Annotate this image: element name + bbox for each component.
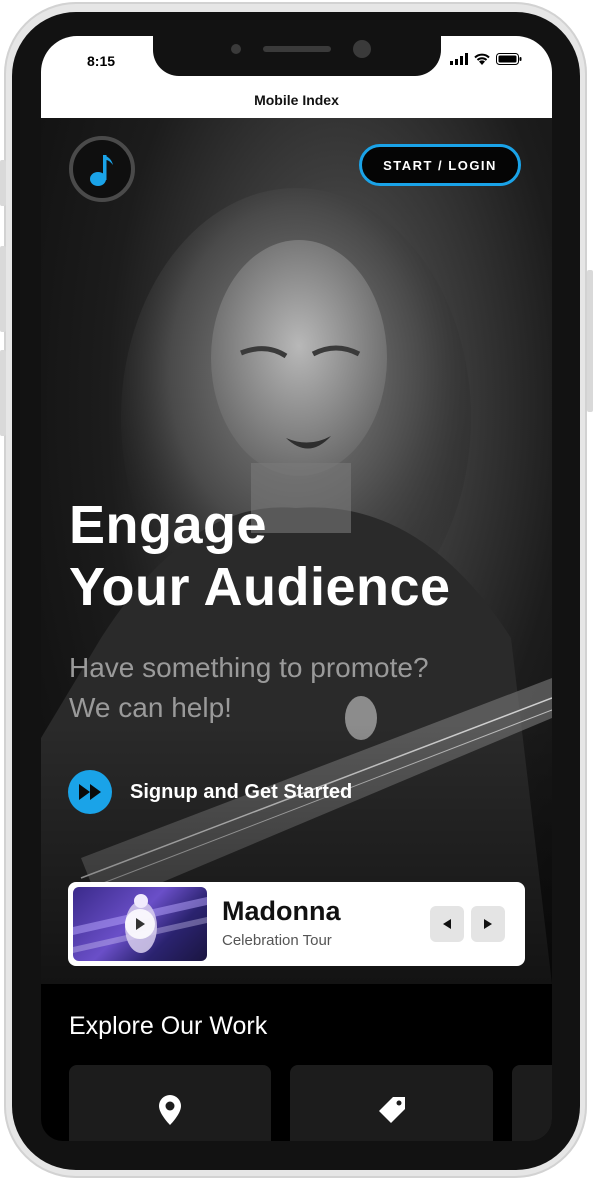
- featured-title: Madonna: [222, 896, 341, 926]
- phone-side-button: [0, 160, 6, 206]
- explore-tile-location[interactable]: [69, 1065, 271, 1141]
- subhead-line: We can help!: [69, 692, 232, 723]
- notch: [153, 36, 441, 76]
- featured-subtitle: Celebration Tour: [222, 932, 332, 949]
- music-note-icon: [90, 155, 113, 186]
- subhead-line: Have something to promote?: [69, 652, 429, 683]
- prev-button[interactable]: [430, 906, 464, 942]
- notch-sensor: [231, 44, 241, 54]
- explore-heading: Explore Our Work: [69, 1012, 268, 1040]
- signal-icon: [450, 53, 468, 65]
- phone-side-button: [0, 350, 6, 436]
- headline-line: Your Audience: [69, 557, 451, 617]
- signup-label: Signup and Get Started: [130, 780, 353, 803]
- hero-headline: Engage Your Audience: [69, 494, 451, 618]
- signup-link[interactable]: Signup and Get Started: [68, 770, 352, 814]
- headline-line: Engage: [69, 495, 268, 555]
- phone-side-button: [0, 246, 6, 332]
- status-bar: 8:15: [41, 36, 552, 82]
- notch-camera: [353, 40, 371, 58]
- featured-thumbnail[interactable]: [73, 887, 207, 961]
- featured-card[interactable]: Madonna Celebration Tour: [68, 882, 525, 966]
- next-button[interactable]: [471, 906, 505, 942]
- phone-side-button: [587, 270, 593, 412]
- map-pin-icon: [159, 1095, 181, 1125]
- status-icons: [450, 53, 522, 65]
- start-login-button[interactable]: START / LOGIN: [359, 144, 521, 186]
- tag-icon: [379, 1097, 405, 1123]
- chevron-right-icon: [484, 919, 492, 929]
- wifi-icon: [474, 53, 490, 65]
- battery-icon: [496, 53, 522, 65]
- hero-subhead: Have something to promote? We can help!: [69, 648, 429, 728]
- status-time: 8:15: [87, 53, 116, 69]
- chevron-left-icon: [443, 919, 451, 929]
- explore-tile-tags[interactable]: [290, 1065, 493, 1141]
- browser-title: Mobile Index: [41, 82, 552, 118]
- logo-button[interactable]: [69, 136, 135, 202]
- hero-section: START / LOGIN Engage Your Audience Have …: [41, 118, 552, 984]
- notch-speaker: [263, 46, 331, 52]
- play-icon[interactable]: [125, 909, 155, 939]
- explore-tile-more[interactable]: [512, 1065, 552, 1141]
- screen: 8:15 Mobile Index START / LOGIN Engage Y…: [41, 36, 552, 1141]
- fast-forward-icon: [68, 770, 112, 814]
